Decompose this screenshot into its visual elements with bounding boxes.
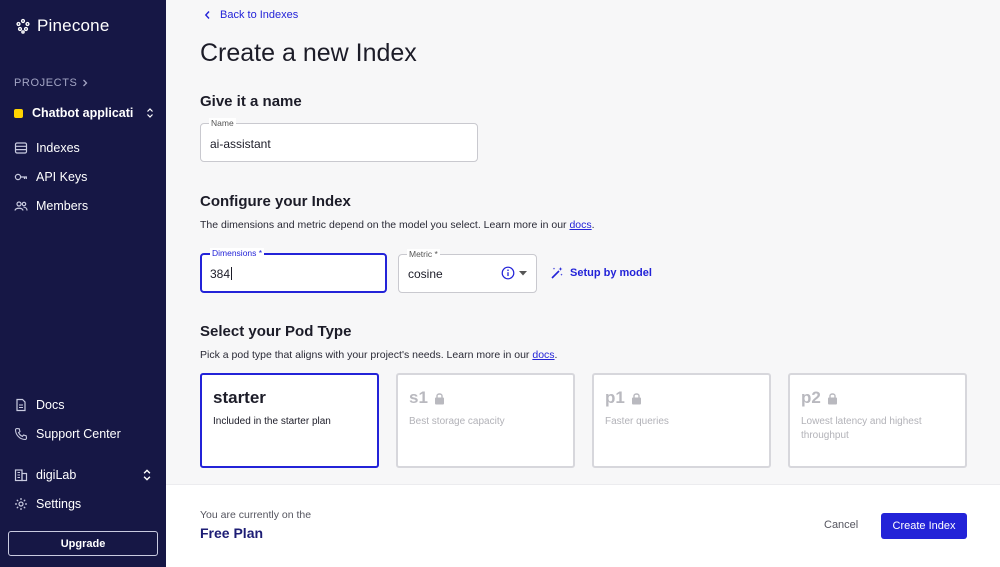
pod-card-starter[interactable]: starter Included in the starter plan (200, 373, 379, 468)
pod-name: p2 (801, 388, 838, 408)
metric-select[interactable]: Metric * cosine (398, 249, 537, 293)
dimensions-input[interactable]: Dimensions * 384 (200, 248, 387, 293)
info-icon[interactable] (501, 266, 515, 280)
name-field-value: ai-assistant (210, 137, 271, 151)
pod-description: Best storage capacity (409, 416, 505, 427)
org-selector[interactable]: digiLab (14, 468, 154, 482)
brand-logo[interactable]: Pinecone (15, 16, 110, 36)
back-link-label: Back to Indexes (220, 9, 299, 21)
pod-docs-link[interactable]: docs (532, 349, 554, 361)
name-section-title: Give it a name (200, 93, 302, 110)
projects-header[interactable]: PROJECTS (14, 77, 89, 89)
dimensions-value-text: 384 (210, 267, 231, 281)
pod-name-text: starter (213, 388, 266, 407)
project-name: Chatbot applicati... (32, 106, 134, 120)
lock-icon (631, 392, 641, 404)
page-title: Create a new Index (200, 39, 417, 67)
chevron-left-icon (204, 11, 210, 19)
pod-card-p1[interactable]: p1 Faster queries (592, 373, 771, 468)
text-caret (231, 267, 233, 280)
pod-description: Faster queries (605, 416, 669, 427)
pinecone-logo-icon (16, 18, 30, 34)
brand-name: Pinecone (37, 16, 110, 35)
phone-icon (14, 427, 28, 441)
sidebar-item-label: Indexes (36, 141, 80, 155)
project-selector[interactable]: Chatbot applicati... (14, 106, 154, 120)
dimensions-field-label: Dimensions * (210, 248, 265, 258)
main-content: Back to Indexes Create a new Index Give … (166, 0, 1000, 484)
pod-name-text: p2 (801, 388, 821, 407)
sidebar-item-label: Members (36, 199, 89, 213)
upgrade-button[interactable]: Upgrade (8, 531, 158, 556)
users-icon (14, 201, 28, 211)
lock-icon (827, 392, 837, 404)
config-description-text: The dimensions and metric depend on the … (200, 219, 567, 231)
sidebar-item-members[interactable]: Members (14, 199, 88, 213)
chevron-right-icon (83, 79, 88, 87)
dropdown-arrow-icon (519, 271, 527, 276)
setup-by-model-label: Setup by model (570, 267, 652, 279)
sidebar-item-support[interactable]: Support Center (14, 427, 121, 441)
cancel-button[interactable]: Cancel (824, 519, 858, 531)
projects-label: PROJECTS (14, 77, 78, 89)
sidebar-item-label: API Keys (36, 170, 88, 184)
project-color-dot (14, 108, 23, 118)
metric-field-label: Metric * (407, 249, 440, 259)
back-to-indexes-link[interactable]: Back to Indexes (204, 9, 298, 21)
org-name: digiLab (36, 468, 77, 482)
database-icon (14, 142, 28, 154)
pod-card-p2[interactable]: p2 Lowest latency and highest throughput (788, 373, 967, 468)
pod-card-s1[interactable]: s1 Best storage capacity (396, 373, 575, 468)
metric-field-value: cosine (408, 267, 443, 281)
config-section-description: The dimensions and metric depend on the … (200, 219, 595, 231)
name-field-label: Name (209, 118, 236, 128)
plan-name: Free Plan (200, 525, 264, 541)
sidebar-item-api-keys[interactable]: API Keys (14, 170, 87, 184)
sidebar-item-label: Support Center (36, 427, 121, 441)
pod-name: s1 (409, 388, 445, 408)
document-icon (16, 398, 26, 412)
setup-by-model-button[interactable]: Setup by model (550, 266, 652, 280)
footer-bar: You are currently on the Free Plan Cance… (166, 484, 1000, 567)
pod-name: starter (213, 388, 266, 408)
chevron-up-down-icon (147, 108, 153, 118)
pod-description: Lowest latency and highest throughput (801, 416, 922, 441)
sidebar-item-label: Docs (36, 398, 65, 412)
pod-section-title: Select your Pod Type (200, 323, 352, 340)
pod-name: p1 (605, 388, 642, 408)
name-field[interactable]: Name ai-assistant (200, 118, 478, 162)
key-icon (14, 173, 27, 181)
chevron-up-down-icon (143, 469, 151, 481)
config-description-period: . (591, 219, 595, 231)
pod-description-text: Pick a pod type that aligns with your pr… (200, 349, 530, 361)
config-section-title: Configure your Index (200, 193, 351, 210)
config-docs-link[interactable]: docs (569, 219, 591, 231)
pod-description: Included in the starter plan (213, 416, 331, 427)
pod-description-period: . (554, 349, 558, 361)
building-icon (14, 469, 28, 482)
pod-name-text: p1 (605, 388, 625, 407)
create-index-button[interactable]: Create Index (881, 513, 967, 539)
plan-note: You are currently on the (200, 509, 312, 521)
pod-name-text: s1 (409, 388, 428, 407)
pod-section-description: Pick a pod type that aligns with your pr… (200, 349, 557, 361)
lock-icon (434, 392, 444, 404)
sidebar-item-indexes[interactable]: Indexes (14, 141, 80, 155)
sidebar: Pinecone PROJECTS Chatbot applicati... I… (0, 0, 166, 567)
sidebar-item-docs[interactable]: Docs (14, 398, 64, 412)
magic-wand-icon (551, 267, 563, 279)
dimensions-field-value: 384 (210, 267, 233, 281)
sidebar-item-label: Settings (36, 497, 82, 511)
gear-icon (15, 498, 27, 510)
sidebar-item-settings[interactable]: Settings (14, 497, 81, 511)
